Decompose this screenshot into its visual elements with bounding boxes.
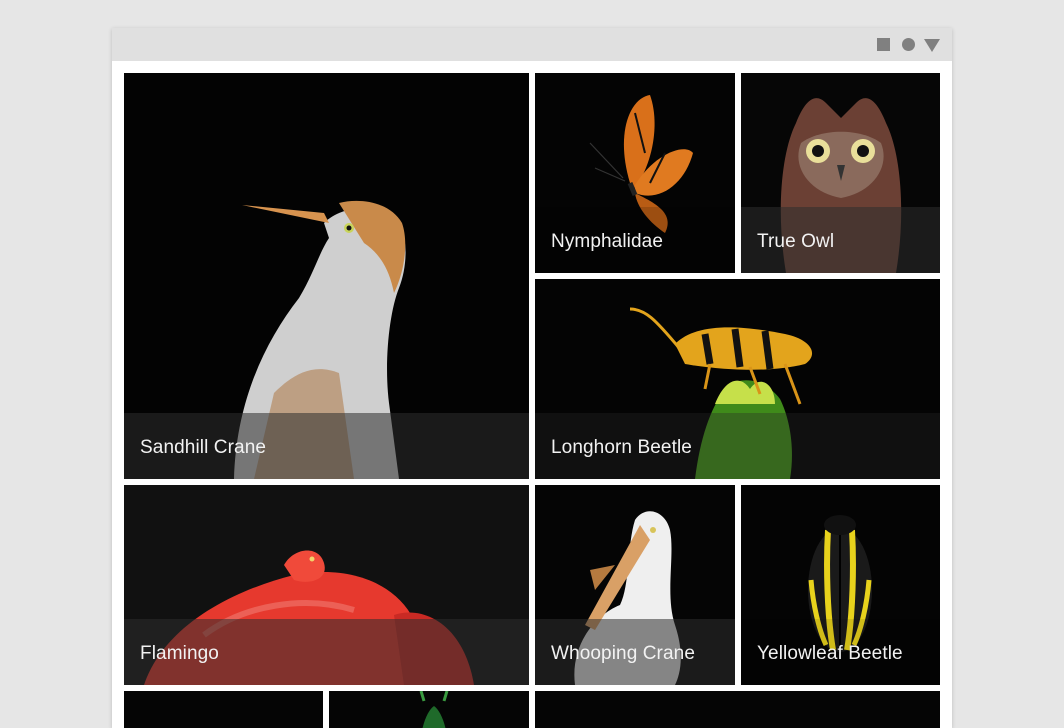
tile-nymphalidae[interactable]: Nymphalidae	[535, 73, 735, 273]
tile-true-owl[interactable]: True Owl	[741, 73, 940, 273]
caption-bar: Flamingo	[124, 619, 529, 685]
circle-icon[interactable]	[902, 38, 915, 51]
tile-yellowleaf-beetle[interactable]: Yellowleaf Beetle	[741, 485, 940, 685]
tile-row4-a[interactable]	[124, 691, 323, 728]
caption-bar: Whooping Crane	[535, 619, 735, 685]
tile-longhorn-beetle[interactable]: Longhorn Beetle	[535, 279, 940, 479]
tile-label: Whooping Crane	[551, 643, 695, 664]
square-icon[interactable]	[877, 38, 890, 51]
tile-whooping-crane[interactable]: Whooping Crane	[535, 485, 735, 685]
gallery-window: Sandhill Crane Nymphalidae True Owl Long…	[112, 28, 952, 728]
tile-flamingo[interactable]: Flamingo	[124, 485, 529, 685]
tile-label: Nymphalidae	[551, 231, 663, 252]
tile-row4-b[interactable]	[329, 691, 529, 728]
caption-bar: Nymphalidae	[535, 207, 735, 273]
caption-bar: Yellowleaf Beetle	[741, 619, 940, 685]
tile-row4-c[interactable]	[535, 691, 940, 728]
tile-label: True Owl	[757, 231, 835, 252]
tile-label: Longhorn Beetle	[551, 437, 692, 458]
caption-bar: Sandhill Crane	[124, 413, 529, 479]
tile-label: Yellowleaf Beetle	[757, 643, 903, 664]
beetle-image	[329, 691, 529, 728]
caption-bar: True Owl	[741, 207, 940, 273]
tile-sandhill-crane[interactable]: Sandhill Crane	[124, 73, 529, 479]
tile-label: Sandhill Crane	[140, 437, 267, 458]
caption-bar: Longhorn Beetle	[535, 413, 940, 479]
window-titlebar	[112, 28, 952, 61]
image-grid: Sandhill Crane Nymphalidae True Owl Long…	[112, 61, 952, 728]
triangle-icon[interactable]	[924, 39, 940, 52]
tile-label: Flamingo	[140, 643, 219, 664]
